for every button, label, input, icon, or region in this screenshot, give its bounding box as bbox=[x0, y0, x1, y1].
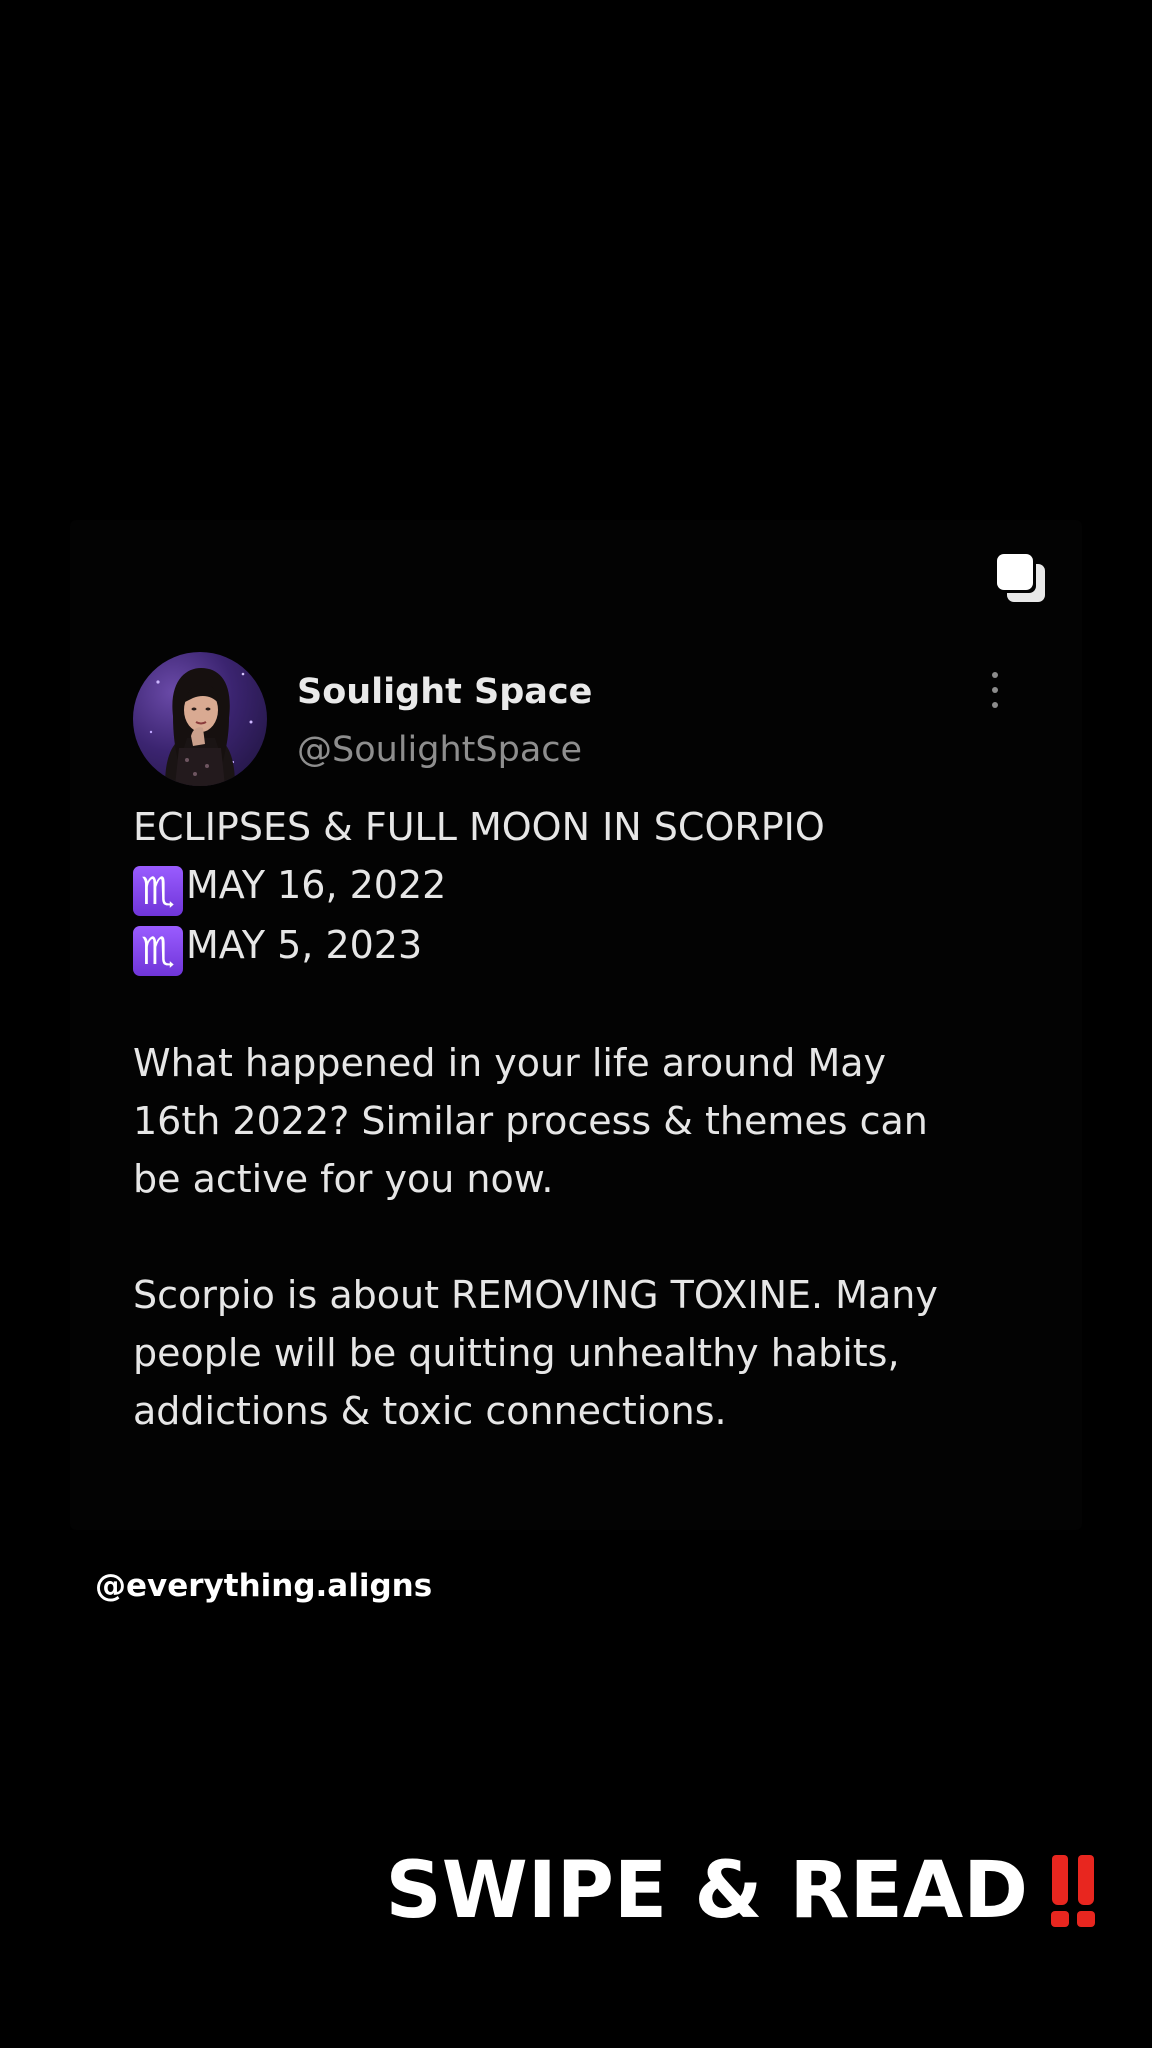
tweet-date-line: ♏ MAY 5, 2023 bbox=[133, 916, 1073, 976]
tweet-text: ECLIPSES & FULL MOON IN SCORPIO ♏ MAY 16,… bbox=[133, 798, 1073, 1440]
stacked-squares-icon[interactable] bbox=[995, 552, 1047, 604]
scorpio-emoji-icon: ♏ bbox=[133, 866, 183, 916]
author-name[interactable]: Soulight Space bbox=[297, 672, 592, 712]
author-handle[interactable]: @SoulightSpace bbox=[297, 730, 582, 770]
tweet-date-line: ♏ MAY 16, 2022 bbox=[133, 856, 1073, 916]
tweet-card: Soulight Space @SoulightSpace ECLIPSES &… bbox=[70, 520, 1082, 1530]
story-screen: Soulight Space @SoulightSpace ECLIPSES &… bbox=[0, 0, 1152, 2048]
avatar[interactable] bbox=[133, 652, 267, 786]
swipe-cta: SWIPE & READ bbox=[386, 1846, 1096, 1936]
vertical-ellipsis-icon[interactable] bbox=[982, 672, 1008, 708]
tweet-paragraph-line: 16th 2022? Similar process & themes can bbox=[133, 1099, 928, 1143]
tweet-paragraph-line: be active for you now. bbox=[133, 1157, 554, 1201]
tweet-paragraph-line: Scorpio is about REMOVING TOXINE. Many bbox=[133, 1273, 938, 1317]
double-exclamation-icon bbox=[1050, 1855, 1096, 1927]
date-label: MAY 16, 2022 bbox=[186, 863, 447, 907]
scorpio-emoji-icon: ♏ bbox=[133, 926, 183, 976]
tweet-paragraph-line: addictions & toxic connections. bbox=[133, 1389, 727, 1433]
tweet-title-line: ECLIPSES & FULL MOON IN SCORPIO bbox=[133, 805, 825, 849]
tweet-paragraph-line: people will be quitting unhealthy habits… bbox=[133, 1331, 900, 1375]
tweet-paragraph-line: What happened in your life around May bbox=[133, 1041, 887, 1085]
watermark-handle: @everything.aligns bbox=[95, 1568, 433, 1604]
date-label: MAY 5, 2023 bbox=[186, 923, 423, 967]
swipe-label: SWIPE & READ bbox=[385, 1846, 1028, 1936]
